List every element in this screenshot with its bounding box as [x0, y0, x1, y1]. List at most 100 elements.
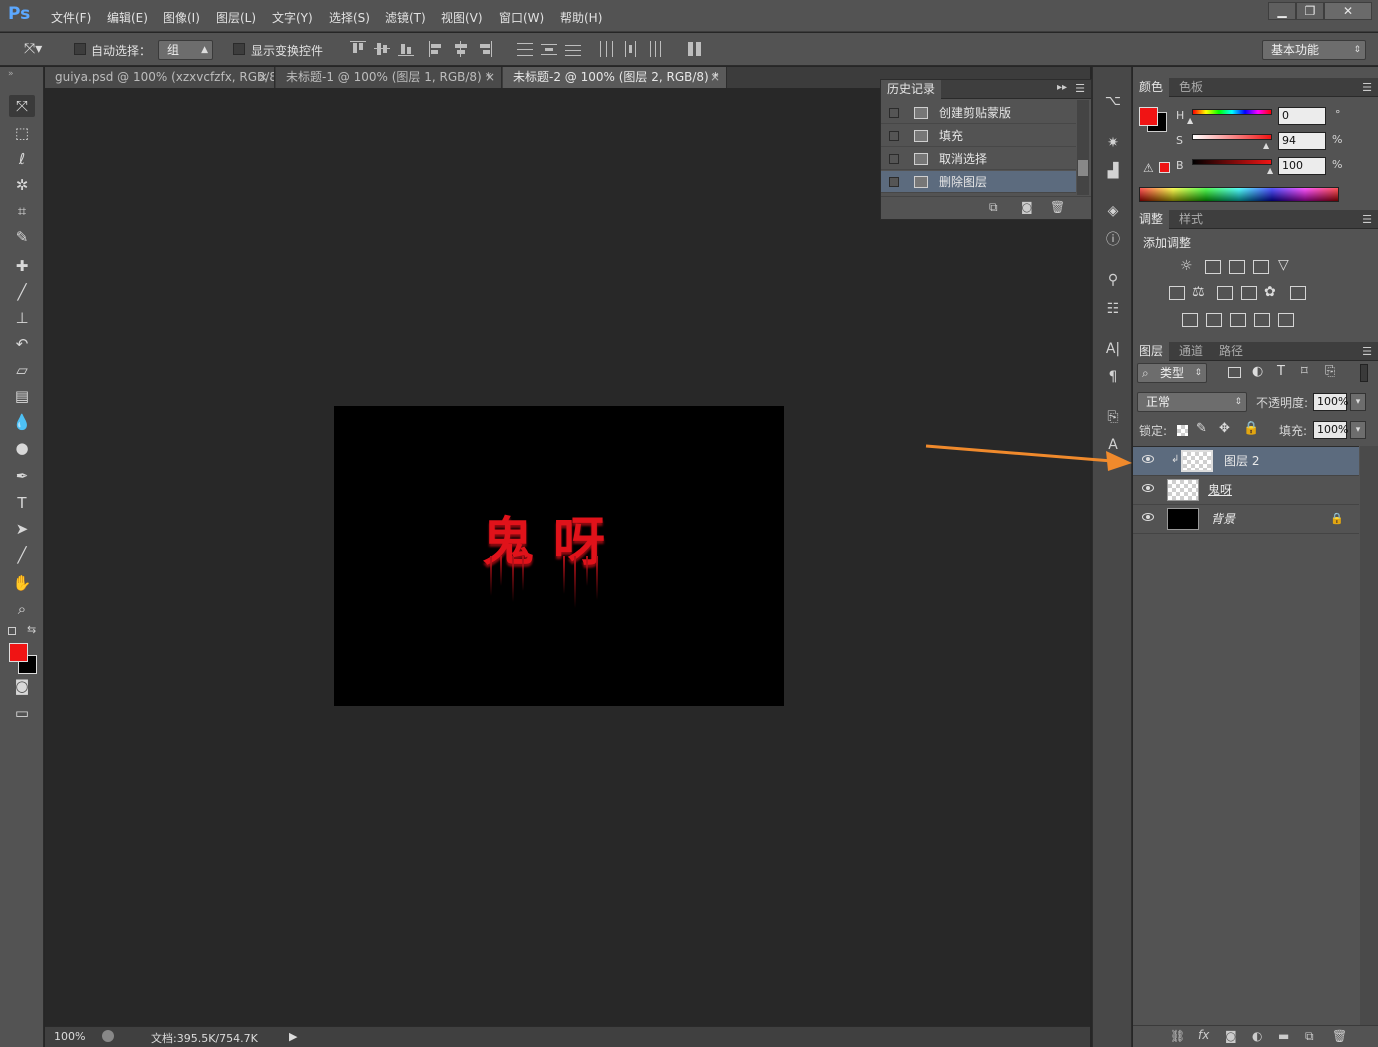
align-vcenter-icon[interactable]: [374, 41, 390, 57]
history-panel-icon[interactable]: ⌥: [1103, 91, 1123, 111]
layer-row-guiya-text[interactable]: 鬼呀: [1133, 476, 1359, 505]
tab-layers[interactable]: 图层: [1133, 342, 1170, 361]
menu-select[interactable]: 选择(S): [329, 9, 370, 26]
gamut-warning-icon[interactable]: ⚠: [1143, 161, 1154, 175]
channel-mixer-icon[interactable]: ✿: [1264, 284, 1276, 300]
delete-state-trash-icon[interactable]: 🗑: [1050, 200, 1065, 214]
layer-style-fx-icon[interactable]: fx: [1198, 1028, 1209, 1042]
zoom-tool-icon[interactable]: ⌕: [9, 598, 35, 620]
hue-slider[interactable]: [1192, 109, 1272, 115]
new-document-from-state-icon[interactable]: ⧉: [989, 200, 998, 215]
minimize-button[interactable]: ▁: [1268, 2, 1296, 20]
3d-panel-icon[interactable]: ◈: [1103, 201, 1123, 221]
crop-tool-icon[interactable]: ⌗: [9, 200, 35, 222]
panel-menu-icon[interactable]: ☰: [1362, 345, 1372, 358]
opacity-slider-toggle-icon[interactable]: ▾: [1350, 393, 1366, 411]
filter-type-icon[interactable]: T: [1277, 364, 1285, 379]
line-tool-icon[interactable]: ╱: [9, 544, 35, 566]
menu-view[interactable]: 视图(V): [441, 9, 483, 26]
tab-adjustments[interactable]: 调整: [1133, 210, 1170, 229]
tab-history[interactable]: 历史记录: [881, 80, 942, 99]
filter-smart-object-icon[interactable]: ⎘: [1325, 364, 1335, 379]
auto-select-dropdown[interactable]: 组 ▲: [158, 40, 213, 60]
collapse-panel-icon[interactable]: ▸▸: [1057, 82, 1067, 93]
close-button[interactable]: ✕: [1324, 2, 1372, 20]
default-colors-icon[interactable]: [8, 627, 16, 635]
scrollbar-thumb[interactable]: [1078, 160, 1088, 176]
layers-scrollbar[interactable]: [1360, 446, 1378, 1026]
restore-button[interactable]: ❐: [1296, 2, 1324, 20]
history-source-checkbox[interactable]: [889, 131, 899, 141]
posterize-icon[interactable]: [1206, 313, 1222, 327]
auto-select-checkbox[interactable]: [74, 43, 86, 55]
tab-untitled-2[interactable]: 未标题-2 @ 100% (图层 2, RGB/8) * ×: [503, 67, 727, 88]
layer-filter-dropdown[interactable]: ⌕ 类型 ⇕: [1137, 363, 1207, 383]
clone-source-panel-icon[interactable]: ⎘: [1103, 407, 1123, 427]
selective-color-icon[interactable]: [1278, 313, 1294, 327]
align-hcenter-icon[interactable]: [453, 41, 469, 57]
saturation-input[interactable]: 94: [1278, 132, 1326, 150]
histogram-panel-icon[interactable]: ▟: [1103, 161, 1123, 181]
info-panel-icon[interactable]: ⓘ: [1103, 230, 1123, 250]
layer-row-layer-2[interactable]: ↲ 图层 2: [1133, 447, 1359, 476]
menu-layer[interactable]: 图层(L): [216, 9, 256, 26]
panel-menu-icon[interactable]: ☰: [1075, 82, 1085, 95]
filter-shape-icon[interactable]: ⌑: [1301, 364, 1308, 379]
history-item[interactable]: 填充: [881, 125, 1076, 147]
color-fg-swatch[interactable]: [1139, 107, 1158, 126]
brightness-contrast-icon[interactable]: ☼: [1180, 258, 1193, 274]
brightness-input[interactable]: 100: [1278, 157, 1326, 175]
visibility-eye-icon[interactable]: [1142, 484, 1154, 492]
history-brush-tool-icon[interactable]: ↶: [9, 333, 35, 355]
collapse-toolbar-icon[interactable]: »: [8, 69, 14, 79]
menu-filter[interactable]: 滤镜(T): [385, 9, 426, 26]
marquee-tool-icon[interactable]: ⬚: [9, 122, 35, 144]
menu-type[interactable]: 文字(Y): [272, 9, 313, 26]
brush-tool-icon[interactable]: ╱: [9, 281, 35, 303]
move-tool-preset-icon[interactable]: ⤧▾: [24, 41, 42, 57]
saturation-slider[interactable]: [1192, 134, 1272, 140]
auto-align-icon[interactable]: [687, 41, 703, 57]
black-white-icon[interactable]: [1217, 286, 1233, 300]
eyedropper-tool-icon[interactable]: ✎: [9, 226, 35, 248]
filter-pixel-icon[interactable]: [1228, 367, 1241, 378]
close-tab-icon[interactable]: ×: [710, 67, 720, 88]
align-right-icon[interactable]: [477, 41, 493, 57]
tab-channels[interactable]: 通道: [1173, 342, 1209, 361]
hue-saturation-icon[interactable]: [1169, 286, 1185, 300]
new-group-folder-icon[interactable]: ▬: [1278, 1029, 1289, 1043]
lasso-tool-icon[interactable]: ℓ: [9, 148, 35, 170]
panel-menu-icon[interactable]: ☰: [1362, 81, 1372, 94]
workspace-dropdown[interactable]: 基本功能 ⇕: [1262, 40, 1366, 60]
threshold-icon[interactable]: [1230, 313, 1246, 327]
close-tab-icon[interactable]: ×: [485, 67, 495, 88]
tab-styles[interactable]: 样式: [1173, 210, 1209, 229]
tab-paths[interactable]: 路径: [1213, 342, 1249, 361]
add-mask-icon[interactable]: ◙: [1225, 1029, 1237, 1043]
character-panel-icon[interactable]: A|: [1103, 339, 1123, 359]
gradient-map-icon[interactable]: [1254, 313, 1270, 327]
fill-slider-toggle-icon[interactable]: ▾: [1350, 421, 1366, 439]
eraser-tool-icon[interactable]: ▱: [9, 359, 35, 381]
brush-presets-panel-icon[interactable]: ⚲: [1103, 270, 1123, 290]
color-lookup-icon[interactable]: [1290, 286, 1306, 300]
history-item[interactable]: 创建剪贴蒙版: [881, 102, 1076, 124]
photo-filter-icon[interactable]: [1241, 286, 1257, 300]
menu-edit[interactable]: 编辑(E): [107, 9, 148, 26]
in-gamut-swatch[interactable]: [1159, 162, 1170, 173]
distribute-bottom-icon[interactable]: [565, 41, 581, 57]
layer-name[interactable]: 图层 2: [1224, 447, 1259, 476]
slider-handle-icon[interactable]: ▲: [1187, 116, 1193, 125]
distribute-left-icon[interactable]: [598, 41, 614, 57]
distribute-right-icon[interactable]: [646, 41, 662, 57]
blur-tool-icon[interactable]: 💧: [9, 411, 35, 433]
snapshot-camera-icon[interactable]: ◙: [1021, 200, 1033, 214]
curves-icon[interactable]: [1229, 260, 1245, 274]
path-selection-tool-icon[interactable]: ➤: [9, 518, 35, 540]
screen-mode-icon[interactable]: ▭: [9, 702, 35, 724]
delete-layer-trash-icon[interactable]: 🗑: [1332, 1029, 1347, 1043]
clone-stamp-tool-icon[interactable]: ⊥: [9, 307, 35, 329]
lock-all-icon[interactable]: 🔒: [1243, 421, 1259, 436]
align-bottom-icon[interactable]: [398, 41, 414, 57]
filter-adjustment-icon[interactable]: ◐: [1252, 364, 1263, 379]
